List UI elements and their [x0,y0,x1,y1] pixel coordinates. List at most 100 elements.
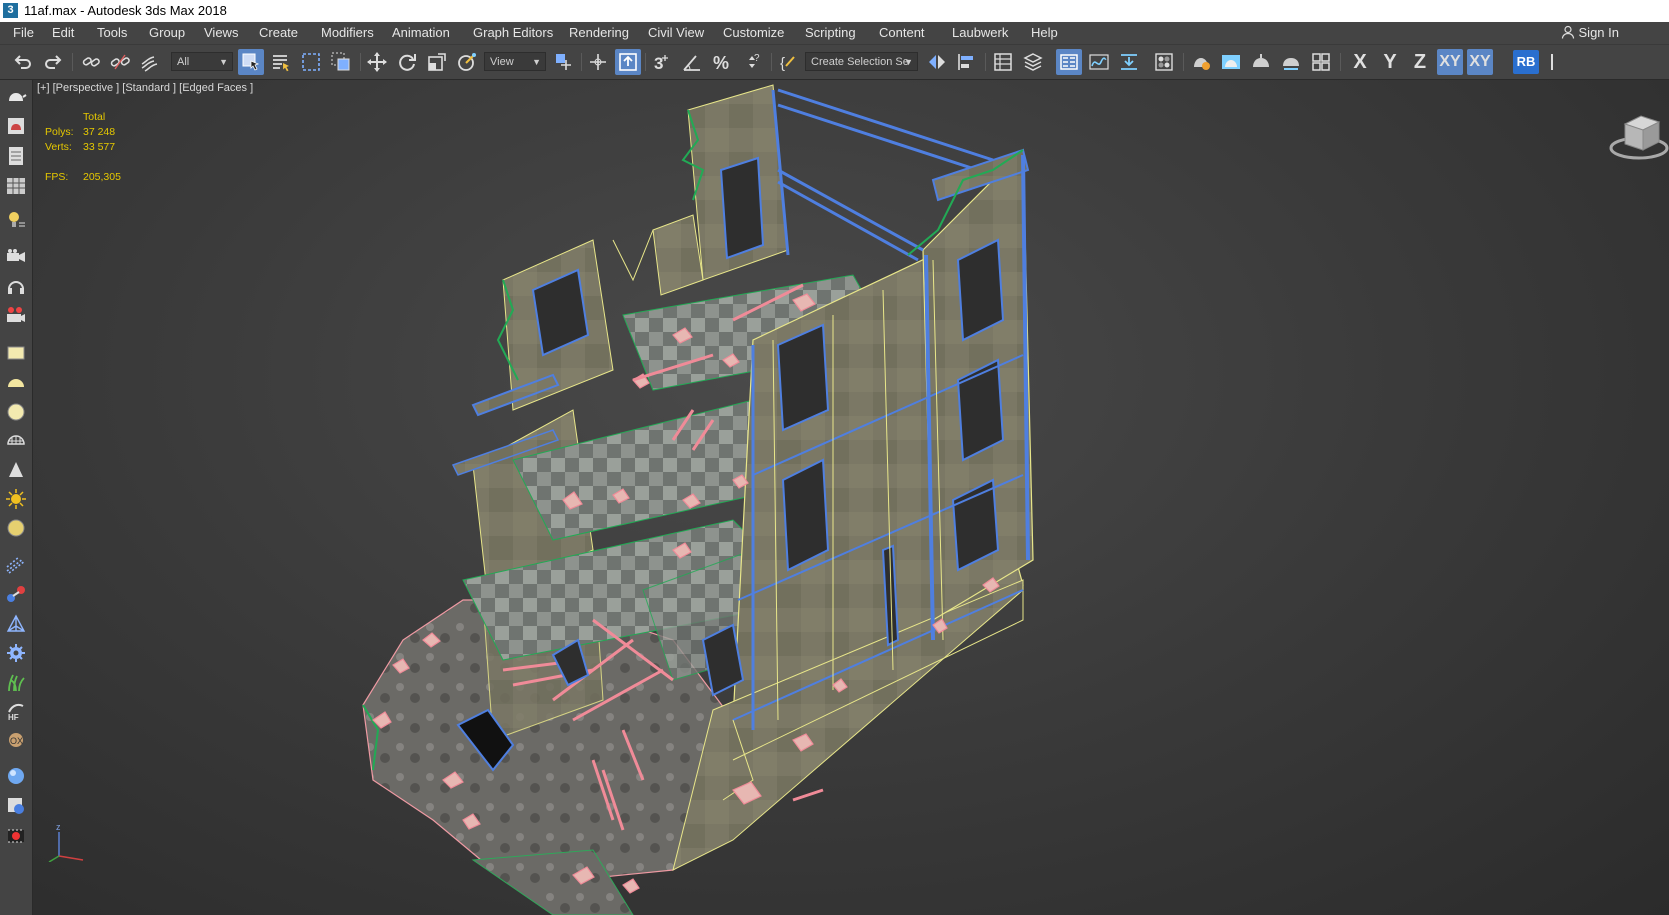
move-icon[interactable] [364,49,390,75]
menu-customize[interactable]: Customize [723,25,784,40]
named-selection-set-dropdown[interactable]: Create Selection Se ▼ [805,52,918,71]
headphones-icon[interactable] [4,274,28,298]
curve-editor-icon[interactable] [1086,49,1112,75]
menu-scripting[interactable]: Scripting [805,25,856,40]
constrain-xy-button[interactable]: XY [1437,49,1463,75]
material-editor-icon[interactable] [1151,49,1177,75]
plane-icon[interactable] [4,341,28,365]
render-frame-icon[interactable] [4,114,28,138]
title-bar: 3 11af.max - Autodesk 3ds Max 2018 [0,0,1669,22]
dope-sheet-icon[interactable] [1116,49,1142,75]
sphere-gold-icon[interactable] [4,516,28,540]
toolbar-separator [581,53,582,71]
svg-text:?: ? [754,53,760,64]
hemisphere-icon[interactable] [4,371,28,395]
angle-snap-icon[interactable] [679,49,705,75]
window-crossing-icon[interactable] [328,49,354,75]
menu-content[interactable]: Content [879,25,925,40]
keyboard-shortcut-override-icon[interactable] [615,49,641,75]
align-icon[interactable] [954,49,980,75]
constrain-plane-cycle-button[interactable]: XY [1467,49,1493,75]
menu-tools[interactable]: Tools [97,25,127,40]
rendered-frame-window-icon[interactable] [1218,49,1244,75]
scene-explorer-icon[interactable] [990,49,1016,75]
cloth-icon[interactable]: OX [4,728,28,752]
constrain-y-button[interactable]: Y [1377,49,1403,75]
rotate-icon[interactable] [394,49,420,75]
reference-coordinate-dropdown[interactable]: View ▼ [484,52,546,71]
menu-edit[interactable]: Edit [52,25,74,40]
menu-create[interactable]: Create [259,25,298,40]
video-camera-icon[interactable] [4,303,28,327]
percent-snap-icon[interactable]: % [709,49,735,75]
reference-coordinate-value: View [490,56,514,68]
menu-laubwerk[interactable]: Laubwerk [952,25,1008,40]
snaps-toggle-icon[interactable]: 3 [649,49,675,75]
a360-gallery-icon[interactable] [1308,49,1334,75]
sun-icon[interactable] [4,487,28,511]
pyramid-icon[interactable] [4,612,28,636]
camera-icon[interactable] [4,244,28,268]
molecule-icon[interactable] [4,582,28,606]
constrain-x-button[interactable]: X [1347,49,1373,75]
svg-text:%: % [713,53,729,73]
rectangular-selection-icon[interactable] [298,49,324,75]
bind-space-warp-icon[interactable] [137,49,163,75]
edit-named-selection-icon[interactable]: { [775,49,801,75]
perspective-viewport[interactable]: [+] [Perspective ] [Standard ] [Edged Fa… [33,80,1669,915]
menu-graph-editors[interactable]: Graph Editors [473,25,553,40]
grass-icon[interactable] [4,670,28,694]
sphere-icon[interactable] [4,400,28,424]
menu-animation[interactable]: Animation [392,25,450,40]
toolbar-separator [645,53,646,71]
pivot-center-icon[interactable] [551,49,577,75]
placement-icon[interactable] [454,49,480,75]
viewcube-icon[interactable] [1607,110,1669,165]
particles-icon[interactable] [4,552,28,576]
more-tools-icon[interactable] [1545,49,1559,75]
layer-explorer-icon[interactable] [1020,49,1046,75]
select-object-icon[interactable] [238,49,264,75]
sign-in-button[interactable]: Sign In [1561,25,1619,40]
unlink-icon[interactable] [107,49,133,75]
calculator-icon[interactable] [4,144,28,168]
toolbar-separator [771,53,772,71]
spinner-snap-icon[interactable]: ? [739,49,765,75]
link-icon[interactable] [78,49,104,75]
menu-group[interactable]: Group [149,25,185,40]
render-production-icon[interactable] [1248,49,1274,75]
menu-civil-view[interactable]: Civil View [648,25,704,40]
render-in-cloud-icon[interactable] [1278,49,1304,75]
menu-file[interactable]: File [13,25,34,40]
blue-sphere-icon[interactable] [4,764,28,788]
viewport-label-menu[interactable]: [+] [Perspective ] [Standard ] [Edged Fa… [37,82,253,94]
menu-help[interactable]: Help [1031,25,1058,40]
scale-icon[interactable] [424,49,450,75]
toolbar-separator [72,53,73,71]
film-icon[interactable] [4,824,28,848]
geosphere-icon[interactable] [4,429,28,453]
material-map-icon[interactable] [4,794,28,818]
selection-filter-dropdown[interactable]: All ▼ [171,52,233,71]
stats-polys-label: Polys: [45,126,74,138]
light-bulb-icon[interactable] [4,208,28,232]
dropdown-arrow-icon: ▼ [219,57,228,67]
menu-views[interactable]: Views [204,25,238,40]
menu-rendering[interactable]: Rendering [569,25,629,40]
spreadsheet-icon[interactable] [4,174,28,198]
mirror-icon[interactable] [924,49,950,75]
teapot-icon[interactable] [4,85,28,109]
select-by-name-icon[interactable] [268,49,294,75]
redo-icon[interactable] [40,49,66,75]
hair-fur-icon[interactable]: HF [4,699,28,723]
render-setup-icon[interactable] [1188,49,1214,75]
select-manipulate-icon[interactable] [585,49,611,75]
ribbon-toggle-icon[interactable] [1056,49,1082,75]
undo-icon[interactable] [10,49,36,75]
rb-button[interactable]: RB [1513,50,1539,74]
toolbar-separator [1183,53,1184,71]
cone-icon[interactable] [4,458,28,482]
gear-icon[interactable] [4,641,28,665]
menu-modifiers[interactable]: Modifiers [321,25,374,40]
constrain-z-button[interactable]: Z [1407,49,1433,75]
